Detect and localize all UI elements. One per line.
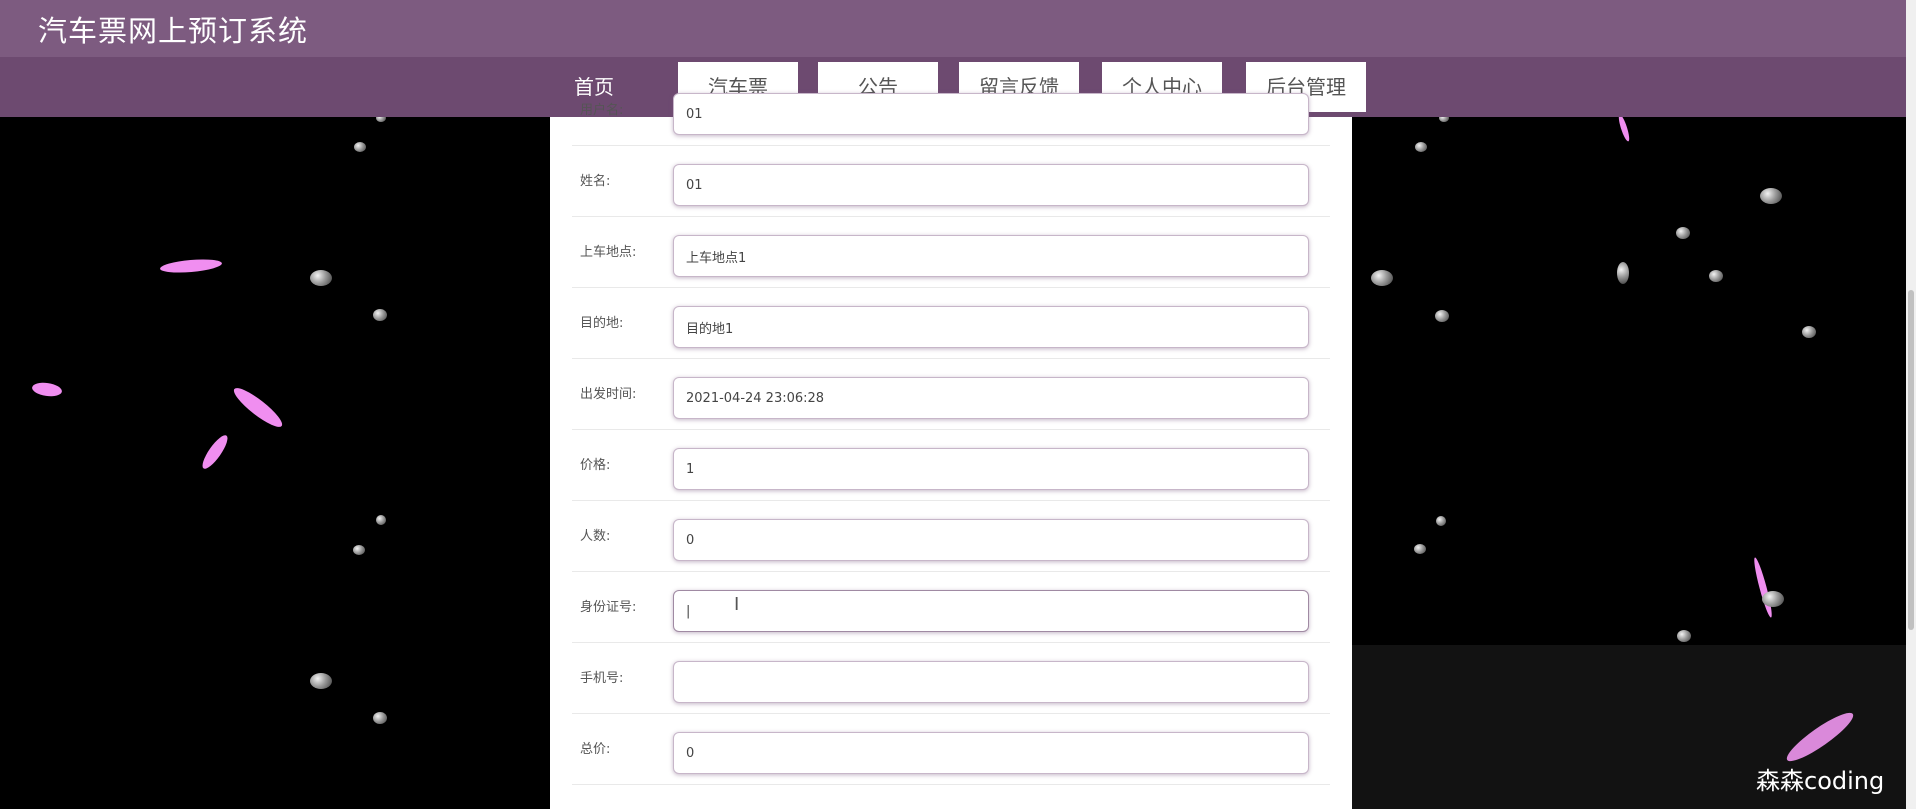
destination-label: 目的地:	[580, 316, 624, 331]
form-row-phone: 手机号:	[572, 643, 1330, 714]
departure-time-label: 出发时间:	[580, 387, 637, 402]
droplet-decoration	[1415, 142, 1427, 152]
departure-time-input[interactable]	[673, 377, 1309, 419]
scrollbar-thumb[interactable]	[1908, 290, 1914, 630]
total-price-label: 总价:	[580, 742, 611, 757]
form-row-total-price: 总价:	[572, 714, 1330, 785]
form-row-name: 姓名:	[572, 146, 1330, 217]
form-row-price: 价格:	[572, 430, 1330, 501]
name-input[interactable]	[673, 164, 1309, 206]
site-title: 汽车票网上预订系统	[38, 14, 309, 48]
droplet-decoration	[373, 712, 387, 724]
form-row-id-number: 身份证号: I	[572, 572, 1330, 643]
petal-decoration	[1751, 556, 1775, 619]
booking-form: 用户名: 姓名: 上车地点: 目的地: 出发时间: 价格: 人数: 身份证号: …	[550, 93, 1352, 809]
site-header: 汽车票网上预订系统	[0, 0, 1906, 57]
total-price-input[interactable]	[673, 732, 1309, 774]
droplet-decoration	[373, 309, 387, 321]
form-row-boarding-location: 上车地点:	[572, 217, 1330, 288]
droplet-decoration	[376, 515, 386, 525]
petal-decoration	[198, 432, 232, 472]
username-label: 用户名:	[580, 103, 624, 118]
form-row-username: 用户名:	[572, 75, 1330, 146]
droplet-decoration	[310, 270, 332, 286]
form-row-passenger-count: 人数:	[572, 501, 1330, 572]
droplet-decoration	[1709, 270, 1723, 282]
droplet-decoration	[310, 673, 332, 689]
destination-input[interactable]	[673, 306, 1309, 348]
form-row-departure-time: 出发时间:	[572, 359, 1330, 430]
droplet-decoration	[1371, 270, 1393, 286]
form-row-destination: 目的地:	[572, 288, 1330, 359]
petal-decoration	[229, 383, 287, 432]
username-input[interactable]	[673, 93, 1309, 135]
droplet-decoration	[1436, 516, 1446, 526]
watermark: 森森coding	[1756, 767, 1885, 795]
droplet-decoration	[1762, 591, 1784, 607]
droplet-decoration	[354, 142, 366, 152]
id-number-label: 身份证号:	[580, 600, 637, 615]
page-scrollbar[interactable]	[1906, 0, 1916, 809]
boarding-location-input[interactable]	[673, 235, 1309, 277]
passenger-count-label: 人数:	[580, 529, 611, 544]
petal-decoration	[31, 380, 63, 399]
name-label: 姓名:	[580, 174, 611, 189]
id-number-input[interactable]	[673, 590, 1309, 632]
price-label: 价格:	[580, 458, 611, 473]
boarding-location-label: 上车地点:	[580, 245, 637, 260]
petal-decoration	[159, 257, 223, 275]
droplet-decoration	[1414, 544, 1426, 554]
text-cursor-icon: I	[734, 594, 740, 615]
droplet-decoration	[353, 545, 365, 555]
droplet-decoration	[1677, 630, 1691, 642]
phone-input[interactable]	[673, 661, 1309, 703]
phone-label: 手机号:	[580, 671, 624, 686]
droplet-decoration	[1617, 262, 1629, 284]
passenger-count-input[interactable]	[673, 519, 1309, 561]
price-input[interactable]	[673, 448, 1309, 490]
droplet-decoration	[1760, 188, 1782, 204]
droplet-decoration	[1676, 227, 1690, 239]
petal-decoration	[1616, 113, 1632, 143]
droplet-decoration	[1802, 326, 1816, 338]
droplet-decoration	[1435, 310, 1449, 322]
